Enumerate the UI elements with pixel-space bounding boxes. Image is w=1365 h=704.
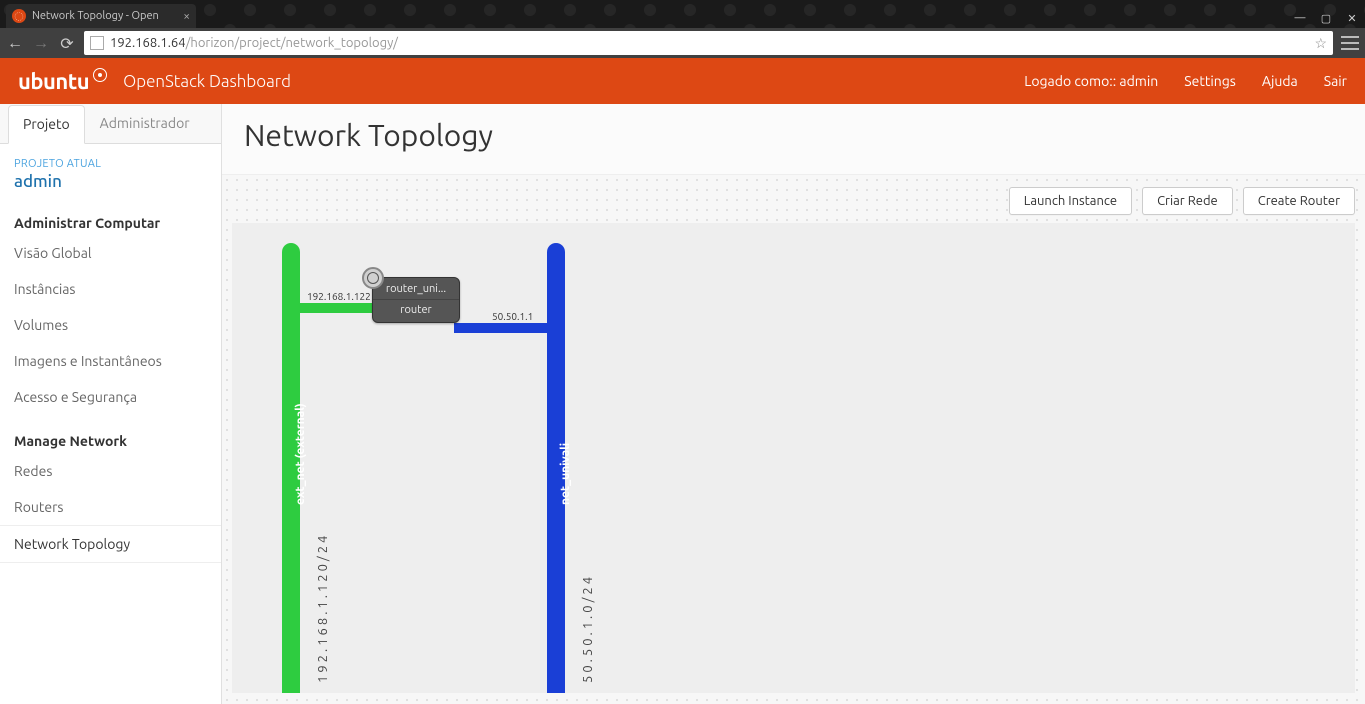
- router-type: router: [373, 300, 459, 322]
- action-buttons: Launch Instance Criar Rede Create Router: [232, 187, 1355, 215]
- url-bar[interactable]: 192.168.1.64/horizon/project/network_top…: [84, 31, 1333, 55]
- sidebar-item-overview[interactable]: Visão Global: [0, 235, 221, 271]
- page-title: Network Topology: [222, 104, 1365, 174]
- nav-reload-icon[interactable]: ⟳: [58, 34, 76, 53]
- nav-back-icon[interactable]: ←: [6, 34, 24, 53]
- section-network: Manage Network: [0, 415, 221, 453]
- network-cidr-external: 192.168.1.120/24: [316, 533, 330, 683]
- url-path: /horizon/project/network_topology/: [186, 36, 398, 50]
- browser-menu-icon[interactable]: [1341, 36, 1359, 50]
- sidebar-item-networks[interactable]: Redes: [0, 453, 221, 489]
- sidebar: Projeto Administrador PROJETO ATUAL admi…: [0, 104, 222, 704]
- tab-project[interactable]: Projeto: [8, 105, 85, 144]
- page-icon: [90, 36, 104, 50]
- router-node[interactable]: router_uni... router: [372, 277, 460, 323]
- window-maximize-icon[interactable]: ▢: [1313, 8, 1339, 28]
- router-icon: [362, 267, 384, 289]
- window-close-icon[interactable]: ✕: [1339, 8, 1365, 28]
- router-ip-left: 192.168.1.122: [307, 291, 371, 302]
- ubuntu-favicon-icon: ◌: [12, 9, 26, 23]
- ubuntu-circle-icon: [93, 68, 107, 82]
- app-header: ubuntu OpenStack Dashboard Logado como::…: [0, 58, 1365, 104]
- sidebar-item-routers[interactable]: Routers: [0, 489, 221, 525]
- browser-tabstrip: ◌ Network Topology - Open × — ▢ ✕: [0, 0, 1365, 28]
- sidebar-item-images[interactable]: Imagens e Instantâneos: [0, 343, 221, 379]
- sidebar-item-access[interactable]: Acesso e Segurança: [0, 379, 221, 415]
- header-help-link[interactable]: Ajuda: [1262, 73, 1298, 89]
- launch-instance-button[interactable]: Launch Instance: [1009, 187, 1132, 215]
- current-project-label: PROJETO ATUAL: [14, 158, 207, 170]
- product-name: OpenStack Dashboard: [123, 72, 291, 91]
- sidebar-item-topology[interactable]: Network Topology: [0, 525, 221, 563]
- browser-toolbar: ← → ⟳ 192.168.1.64/horizon/project/netwo…: [0, 28, 1365, 58]
- window-controls: — ▢ ✕: [1287, 8, 1365, 28]
- network-label-internal: net_univali: [559, 443, 572, 505]
- topology-canvas[interactable]: ext_net (external) 192.168.1.120/24 net_…: [232, 223, 1355, 693]
- nav-forward-icon[interactable]: →: [32, 34, 50, 53]
- network-cidr-internal: 50.50.1.0/24: [581, 574, 595, 683]
- connector-left: [298, 303, 378, 313]
- brand-name: ubuntu: [18, 69, 89, 94]
- main-content: Network Topology Launch Instance Criar R…: [222, 104, 1365, 704]
- sidebar-item-volumes[interactable]: Volumes: [0, 307, 221, 343]
- router-ip-right: 50.50.1.1: [492, 311, 533, 322]
- section-compute: Administrar Computar: [0, 197, 221, 235]
- header-signout-link[interactable]: Sair: [1324, 73, 1347, 89]
- router-name: router_uni...: [373, 278, 459, 300]
- logged-as: Logado como:: admin: [1024, 73, 1158, 89]
- brand-logo[interactable]: ubuntu OpenStack Dashboard: [18, 69, 291, 94]
- tab-title: Network Topology - Open: [32, 10, 159, 22]
- tab-admin[interactable]: Administrador: [85, 104, 205, 143]
- create-network-button[interactable]: Criar Rede: [1142, 187, 1233, 215]
- network-label-external: ext_net (external): [294, 403, 307, 505]
- sidebar-item-instances[interactable]: Instâncias: [0, 271, 221, 307]
- current-project-name[interactable]: admin: [14, 172, 207, 191]
- sidebar-tabs: Projeto Administrador: [0, 104, 221, 144]
- bookmark-star-icon[interactable]: ☆: [1314, 35, 1327, 52]
- url-host: 192.168.1.64: [110, 36, 186, 50]
- browser-tab[interactable]: ◌ Network Topology - Open ×: [6, 4, 196, 28]
- tab-close-icon[interactable]: ×: [183, 10, 190, 23]
- create-router-button[interactable]: Create Router: [1243, 187, 1355, 215]
- connector-right: [454, 323, 551, 333]
- header-settings-link[interactable]: Settings: [1184, 73, 1236, 89]
- window-minimize-icon[interactable]: —: [1287, 8, 1313, 28]
